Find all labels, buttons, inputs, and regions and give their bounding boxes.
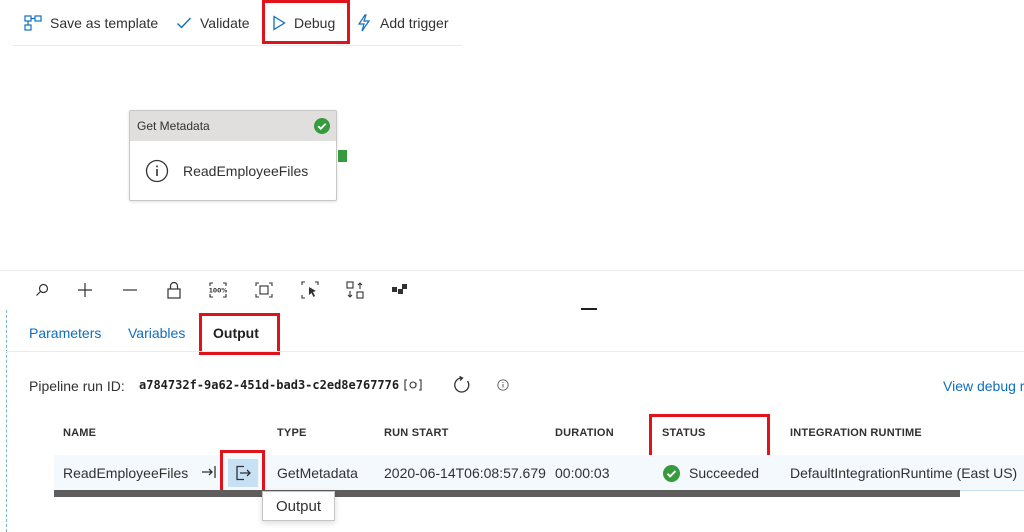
succeeded-icon — [662, 464, 680, 482]
play-icon — [273, 15, 286, 31]
add-trigger-button[interactable]: Add trigger — [356, 0, 448, 46]
column-header-run-start[interactable]: RUN START — [384, 427, 449, 439]
row-duration: 00:00:03 — [555, 465, 610, 481]
activity-success-port[interactable] — [338, 150, 347, 162]
zoom-in-icon[interactable] — [75, 280, 95, 300]
output-tooltip: Output — [262, 491, 335, 521]
column-header-name[interactable]: NAME — [63, 427, 96, 439]
refresh-icon[interactable] — [452, 375, 472, 395]
debug-button[interactable]: Debug — [272, 0, 335, 46]
activity-body: ReadEmployeeFiles — [130, 141, 336, 201]
row-name: ReadEmployeeFiles — [63, 465, 189, 481]
lock-icon[interactable] — [164, 280, 184, 300]
tabs-divider — [6, 351, 1024, 352]
validate-button[interactable]: Validate — [176, 0, 250, 46]
checkmark-icon — [177, 17, 192, 29]
activity-type-label: Get Metadata — [137, 119, 210, 133]
info-icon — [145, 159, 169, 183]
tab-variables[interactable]: Variables — [128, 322, 185, 344]
zoom-out-icon[interactable] — [120, 280, 140, 300]
row-type: GetMetadata — [277, 465, 358, 481]
get-metadata-activity[interactable]: Get Metadata ReadEmployeeFiles — [129, 110, 337, 201]
canvas-tools-bar — [0, 270, 1024, 310]
pipeline-run-id: a784732f-9a62-451d-bad3-c2ed8e767776 — [139, 378, 400, 392]
output-icon[interactable] — [228, 459, 258, 487]
column-header-integration-runtime[interactable]: INTEGRATION RUNTIME — [790, 427, 922, 439]
success-check-icon — [314, 118, 330, 134]
row-status: Succeeded — [689, 465, 760, 481]
column-header-status[interactable]: STATUS — [662, 427, 706, 439]
search-icon[interactable] — [32, 280, 52, 300]
pipeline-toolbar: Save as template Validate Debug Add trig… — [12, 0, 462, 46]
copy-icon[interactable] — [402, 376, 424, 394]
pipeline-run-id-label: Pipeline run ID: — [29, 378, 125, 394]
save-as-template-button[interactable]: Save as template — [24, 0, 158, 46]
minimap-icon[interactable] — [390, 280, 410, 300]
lightning-icon — [357, 14, 371, 32]
auto-align-icon[interactable] — [345, 280, 365, 300]
svg-text:100%: 100% — [209, 288, 227, 295]
column-header-type[interactable]: TYPE — [277, 427, 307, 439]
tab-parameters[interactable]: Parameters — [29, 322, 101, 344]
view-debug-link[interactable]: View debug r — [943, 378, 1024, 394]
select-area-icon[interactable] — [300, 280, 320, 300]
input-icon[interactable] — [199, 462, 219, 482]
zoom-100-icon[interactable]: 100% — [208, 280, 228, 300]
info-small-icon[interactable] — [496, 378, 510, 392]
save-as-template-label: Save as template — [50, 15, 159, 31]
tab-output[interactable]: Output — [213, 322, 259, 344]
validate-label: Validate — [200, 15, 250, 31]
activity-header: Get Metadata — [130, 111, 336, 141]
row-run-start: 2020-06-14T06:08:57.679 — [384, 465, 546, 481]
debug-label: Debug — [294, 15, 336, 31]
horizontal-scrollbar[interactable] — [54, 490, 960, 497]
add-trigger-label: Add trigger — [380, 15, 449, 31]
column-header-duration[interactable]: DURATION — [555, 427, 614, 439]
activity-name: ReadEmployeeFiles — [183, 163, 309, 179]
row-integration-runtime: DefaultIntegrationRuntime (East US) — [790, 465, 1018, 481]
template-icon — [24, 15, 42, 31]
fit-to-screen-icon[interactable] — [254, 280, 274, 300]
